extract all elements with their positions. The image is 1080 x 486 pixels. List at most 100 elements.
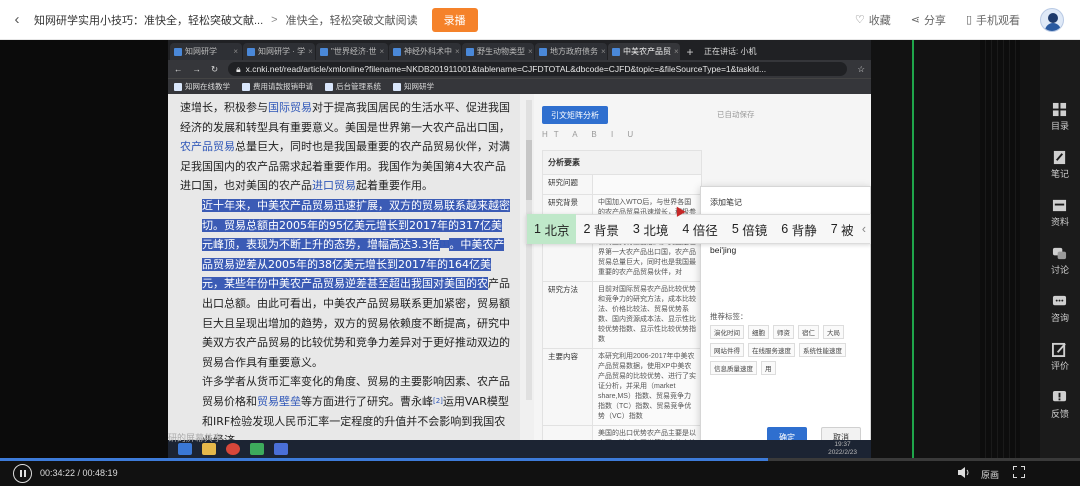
citation-link[interactable]: [2]	[433, 397, 443, 405]
url-text: x.cnki.net/read/article/xmlonline?filena…	[245, 64, 767, 74]
pause-icon[interactable]	[13, 464, 32, 483]
avatar[interactable]	[1040, 7, 1064, 32]
browser-tab[interactable]: 知网研学 ×	[170, 43, 242, 60]
bookmark-item[interactable]: 知网在线教学	[174, 81, 230, 92]
rating-icon	[1052, 342, 1067, 357]
keyword-link[interactable]: 进口贸易	[312, 179, 356, 192]
citation-link[interactable]: [1]	[439, 240, 450, 249]
keyword-link[interactable]: 国际贸易	[268, 101, 312, 114]
close-icon[interactable]: ×	[230, 47, 238, 56]
progress-bar[interactable]	[0, 458, 1080, 461]
mobile-watch-label: 手机观看	[976, 14, 1020, 27]
replay-badge-button[interactable]: 录播	[431, 7, 478, 32]
app-icon[interactable]	[250, 443, 264, 455]
tag-chip[interactable]: 用	[761, 361, 776, 375]
keyword-link[interactable]: 农产品贸易	[180, 140, 235, 153]
share-button[interactable]: ⋖ 分享	[911, 12, 946, 28]
breadcrumb-separator: >	[271, 13, 278, 26]
tag-chip[interactable]: 在线服务速度	[748, 343, 795, 357]
speaking-notice: 正在讲话: 小机	[704, 47, 757, 56]
browser-tab[interactable]: 神经外科术中 ×	[389, 43, 461, 60]
browser-tab[interactable]: 知网研学 · 学 ×	[243, 43, 315, 60]
close-icon[interactable]: ×	[305, 47, 313, 56]
new-tab-button[interactable]: +	[681, 43, 699, 60]
close-icon[interactable]: ×	[525, 47, 533, 56]
ime-candidate[interactable]: 5 倍镜	[725, 214, 774, 244]
favorite-label: 收藏	[868, 14, 891, 27]
tag-chip[interactable]: 大局	[823, 325, 844, 339]
fullscreen-icon[interactable]	[1012, 465, 1025, 478]
share-label: 分享	[923, 14, 946, 27]
article-body: 速增长，积极参与国际贸易对于提高我国居民的生活水平、促进我国经济的发展和转型具有…	[168, 94, 520, 458]
tag-chip[interactable]: 演化时间	[710, 325, 744, 339]
quality-selector[interactable]: 原画	[981, 468, 999, 481]
system-clock: 19:37 2022/2/23	[828, 441, 857, 456]
chrome-icon[interactable]	[226, 443, 240, 455]
mobile-watch-button[interactable]: ▯ 手机观看	[966, 12, 1020, 28]
ime-candidate[interactable]: 6 背静	[774, 214, 823, 244]
toc-icon	[1053, 102, 1067, 117]
sidebar-item-notes[interactable]: 笔记	[1051, 150, 1069, 198]
close-icon[interactable]: ×	[671, 47, 679, 56]
keyword-link[interactable]: 贸易壁垒	[257, 395, 301, 408]
tab-favicon-icon	[174, 47, 182, 56]
tag-chip[interactable]: 宿仁	[798, 325, 819, 339]
editor-toolbar[interactable]: HT A B I U	[542, 130, 639, 139]
ime-candidate[interactable]: 2 背景	[576, 214, 625, 244]
tag-chip[interactable]: 细胞	[748, 325, 769, 339]
close-icon[interactable]: ×	[377, 47, 385, 56]
bookmark-item[interactable]: 费用请款报销申请	[242, 81, 313, 92]
sidebar-item-materials[interactable]: 资料	[1051, 198, 1069, 246]
app-icon[interactable]	[274, 443, 288, 455]
video-player[interactable]: 知网研学 × 知网研学 · 学 × "世界经济·世 × 神经外科术中 × 野生动物类型 ×…	[0, 40, 1040, 458]
back-icon[interactable]: ←	[174, 64, 183, 74]
bookmark-item[interactable]: 知网研学	[393, 81, 434, 92]
sidebar-item-consult[interactable]: 咨询	[1051, 294, 1069, 342]
phone-icon: ▯	[965, 14, 972, 26]
lesson-title: 准快全，轻松突破文献阅读	[285, 14, 418, 27]
ime-candidate[interactable]: 1 北京	[527, 214, 577, 244]
discussion-icon	[1053, 247, 1067, 260]
sidebar-item-rating[interactable]: 评价	[1051, 342, 1069, 390]
note-input[interactable]: bei'jing	[710, 245, 736, 255]
browser-tab-active[interactable]: 中美农产品贸 ×	[608, 43, 680, 60]
sidebar-item-toc[interactable]: 目录	[1051, 102, 1069, 150]
ime-candidate[interactable]: 7 被	[824, 214, 861, 244]
url-field[interactable]: 🔒︎ x.cnki.net/read/article/xmlonline?fil…	[228, 62, 848, 76]
forward-icon[interactable]: →	[193, 64, 202, 74]
top-header: ‹ 知网研学实用小技巧：准快全，轻松突破文献... > 准快全，轻松突破文献阅读…	[0, 0, 1080, 40]
background-stripes	[980, 40, 1020, 458]
close-icon[interactable]: ×	[598, 47, 606, 56]
browser-tab[interactable]: "世界经济·世 ×	[316, 43, 388, 60]
notes-icon	[1054, 150, 1066, 165]
scrollbar-thumb[interactable]	[526, 140, 532, 200]
volume-icon[interactable]	[958, 467, 970, 478]
star-icon[interactable]: ☆	[857, 64, 865, 75]
close-icon[interactable]: ×	[452, 47, 460, 56]
bookmark-item[interactable]: 后台管理系统	[325, 81, 381, 92]
tag-list: 演化时间 细胞 师资 宿仁 大局 网站件得 在线服务速度 系统性能速度 信息质量…	[710, 325, 871, 375]
browser-tab[interactable]: 野生动物类型 ×	[462, 43, 534, 60]
sidebar-item-discussion[interactable]: 讨论	[1051, 246, 1069, 294]
tag-chip[interactable]: 系统性能速度	[799, 343, 846, 357]
start-icon[interactable]	[178, 443, 192, 455]
table-row: 研究问题	[542, 174, 702, 195]
article-scrollbar[interactable]	[526, 100, 532, 400]
favorite-button[interactable]: ♡ 收藏	[855, 12, 891, 28]
ime-page-prev-icon[interactable]: ‹	[862, 222, 870, 236]
tag-chip[interactable]: 师资	[773, 325, 794, 339]
ime-candidate[interactable]: 3 北境	[626, 214, 675, 244]
explorer-icon[interactable]	[202, 443, 216, 455]
course-title[interactable]: 知网研学实用小技巧：准快全，轻松突破文献...	[34, 12, 263, 28]
reload-icon[interactable]: ↻	[211, 64, 218, 75]
article-paragraph: 许多学者从货币汇率变化的角度、贸易的主要影响因素、农产品贸易价格和贸易壁垒等方面…	[202, 375, 510, 447]
sidebar-item-feedback[interactable]: 反馈	[1051, 390, 1069, 438]
tag-chip[interactable]: 网站件得	[710, 343, 744, 357]
back-arrow-icon[interactable]: ‹	[0, 11, 34, 28]
browser-tab-strip: 知网研学 × 知网研学 · 学 × "世界经济·世 × 神经外科术中 × 野生动物类型 ×…	[168, 40, 871, 60]
citation-matrix-button[interactable]: 引文矩阵分析	[542, 106, 608, 124]
recommended-tags-label: 推荐标签：	[710, 312, 748, 321]
browser-tab[interactable]: 地方政府债务 ×	[535, 43, 607, 60]
ime-candidate[interactable]: 4 倍径	[675, 214, 724, 244]
tag-chip[interactable]: 信息质量速度	[710, 361, 757, 375]
